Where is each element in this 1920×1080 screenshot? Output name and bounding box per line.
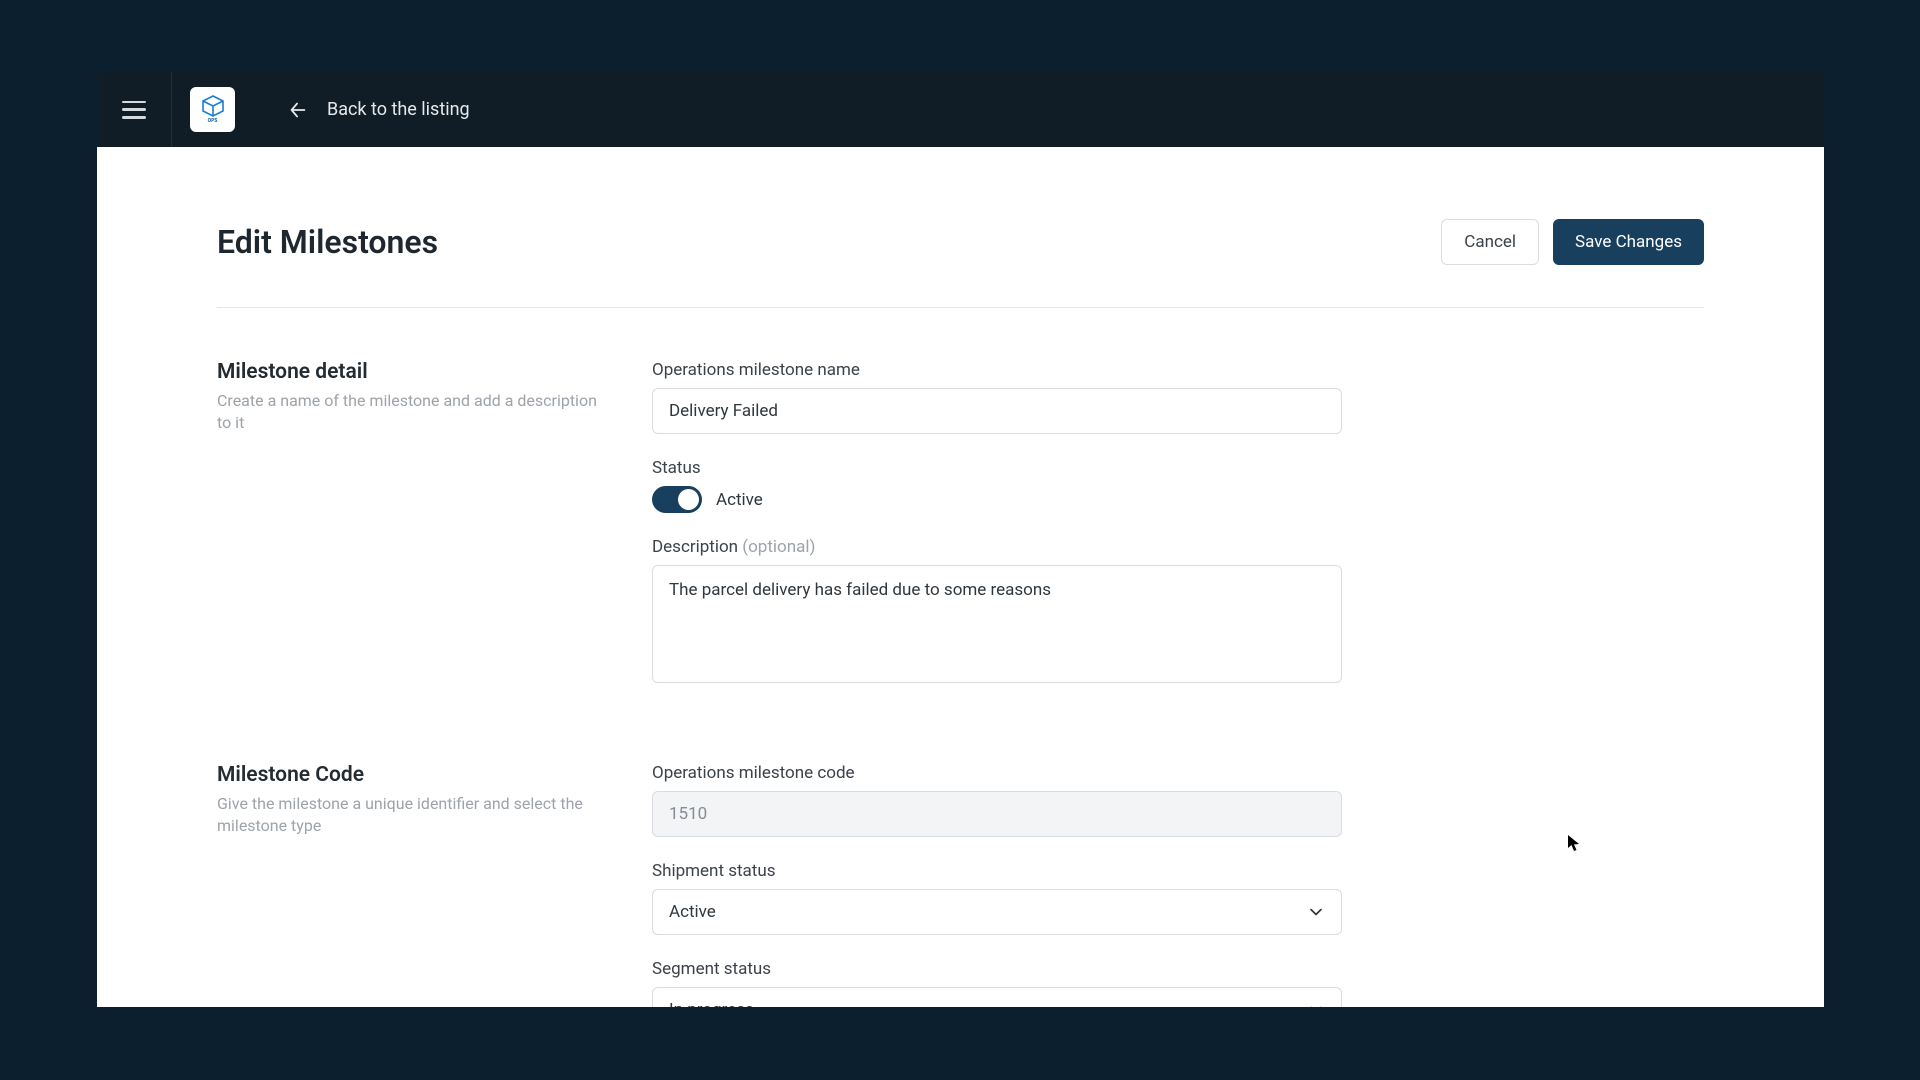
description-label-text: Description [652, 537, 738, 557]
segment-status-label: Segment status [652, 959, 1342, 979]
section-code-title: Milestone Code [217, 763, 652, 787]
page-title: Edit Milestones [217, 223, 438, 261]
back-link[interactable]: Back to the listing [287, 99, 470, 121]
cursor-icon [1567, 834, 1581, 852]
segment-status-select[interactable]: In progress [652, 987, 1342, 1007]
status-toggle[interactable] [652, 486, 702, 513]
logo-text: OPS [208, 118, 218, 124]
hamburger-icon [122, 101, 146, 119]
name-label: Operations milestone name [652, 360, 1342, 380]
status-toggle-label: Active [716, 490, 763, 510]
topbar: OPS Back to the listing [97, 72, 1824, 147]
arrow-left-icon [287, 99, 309, 121]
hamburger-button[interactable] [97, 72, 172, 147]
back-label: Back to the listing [327, 99, 470, 120]
page-header: Edit Milestones Cancel Save Changes [217, 219, 1704, 308]
code-input [652, 791, 1342, 837]
header-actions: Cancel Save Changes [1441, 219, 1704, 265]
cancel-button[interactable]: Cancel [1441, 219, 1539, 265]
toggle-knob [678, 489, 699, 510]
shipment-status-select[interactable]: Active [652, 889, 1342, 935]
section-detail-desc: Create a name of the milestone and add a… [217, 390, 597, 433]
shipment-status-label: Shipment status [652, 861, 1342, 881]
app-logo[interactable]: OPS [190, 87, 235, 132]
save-button[interactable]: Save Changes [1553, 219, 1704, 265]
section-code: Milestone Code Give the milestone a uniq… [217, 763, 1704, 1007]
description-optional: (optional) [742, 537, 815, 557]
status-label: Status [652, 458, 1342, 478]
description-label: Description (optional) [652, 537, 1342, 557]
name-input[interactable] [652, 388, 1342, 434]
section-code-desc: Give the milestone a unique identifier a… [217, 793, 597, 836]
code-label: Operations milestone code [652, 763, 1342, 783]
section-detail: Milestone detail Create a name of the mi… [217, 360, 1704, 711]
cube-icon [200, 95, 226, 117]
section-detail-title: Milestone detail [217, 360, 652, 384]
description-input[interactable] [652, 565, 1342, 683]
